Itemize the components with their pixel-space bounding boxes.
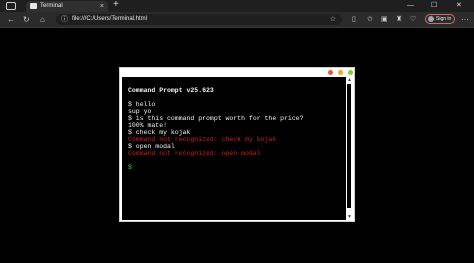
page-info-icon[interactable]: ⓘ xyxy=(61,14,68,25)
terminal-title: Command Prompt v25.623 xyxy=(128,87,214,94)
scroll-up-icon[interactable]: ▲ xyxy=(347,77,352,83)
new-tab-button[interactable]: + xyxy=(113,0,119,11)
sign-in-label: Sign in xyxy=(436,16,452,22)
tab-actions-icon[interactable] xyxy=(6,2,16,10)
refresh-icon[interactable]: ↻ xyxy=(23,12,30,27)
scroll-down-icon[interactable]: ▼ xyxy=(347,214,352,220)
avatar-icon xyxy=(428,16,434,22)
collections-icon[interactable]: ▣ xyxy=(381,12,388,27)
browser-essentials-icon[interactable]: ♡ xyxy=(410,12,416,27)
close-dot[interactable] xyxy=(328,70,333,75)
sign-in-button[interactable]: Sign in xyxy=(425,14,455,24)
terminal-prompt[interactable]: $ xyxy=(128,164,132,171)
terminal-scrollbar[interactable]: ▲ ▼ xyxy=(346,77,353,220)
close-tab-icon[interactable]: × xyxy=(100,1,104,12)
maximize-button[interactable]: ☐ xyxy=(431,0,437,12)
more-menu-icon[interactable]: ··· xyxy=(461,12,469,27)
favorites-icon[interactable]: ✩ xyxy=(367,12,373,27)
back-icon[interactable]: ← xyxy=(7,12,15,27)
terminal-line: $ hello xyxy=(128,101,156,108)
split-screen-icon[interactable]: ▯ xyxy=(352,12,356,27)
browser-window: Terminal × + — ☐ ✕ ← ↻ ⌂ ⓘ file:///C:/Us… xyxy=(0,0,474,263)
minimize-dot[interactable] xyxy=(338,70,343,75)
browser-toolbar: ← ↻ ⌂ ⓘ file:///C:/Users/Terminal.html ☆… xyxy=(0,12,474,28)
terminal-line: $ check my kojak xyxy=(128,129,191,136)
favorite-star-icon[interactable]: ☆ xyxy=(330,14,336,25)
terminal-line: 100% mate! xyxy=(128,122,168,129)
terminal-window: Command Prompt v25.623 $ hello sup yo $ … xyxy=(119,67,355,222)
scroll-thumb[interactable] xyxy=(347,84,351,208)
address-text[interactable]: file:///C:/Users/Terminal.html xyxy=(72,14,147,25)
terminal-error-line: Command not recognized: check my kojak xyxy=(128,136,277,143)
terminal-line: $ open modal xyxy=(128,143,175,150)
address-bar[interactable]: ⓘ file:///C:/Users/Terminal.html ☆ xyxy=(56,14,342,25)
page-icon xyxy=(30,3,37,9)
terminal-error-line: Command not recognized: open modal xyxy=(128,150,261,157)
minimize-button[interactable]: — xyxy=(407,0,414,12)
terminal-line: $ is this command prompt worth for the p… xyxy=(128,115,304,122)
close-window-button[interactable]: ✕ xyxy=(456,0,462,12)
maximize-dot[interactable] xyxy=(348,70,353,75)
tab-strip: Terminal × + — ☐ ✕ xyxy=(0,0,474,12)
tab-terminal[interactable]: Terminal × xyxy=(26,1,108,12)
terminal-line: sup yo xyxy=(128,108,152,115)
extensions-icon[interactable]: ♜ xyxy=(396,12,402,27)
home-icon[interactable]: ⌂ xyxy=(40,12,45,27)
terminal-screen[interactable]: Command Prompt v25.623 $ hello sup yo $ … xyxy=(122,77,346,220)
tab-title: Terminal xyxy=(40,3,63,9)
